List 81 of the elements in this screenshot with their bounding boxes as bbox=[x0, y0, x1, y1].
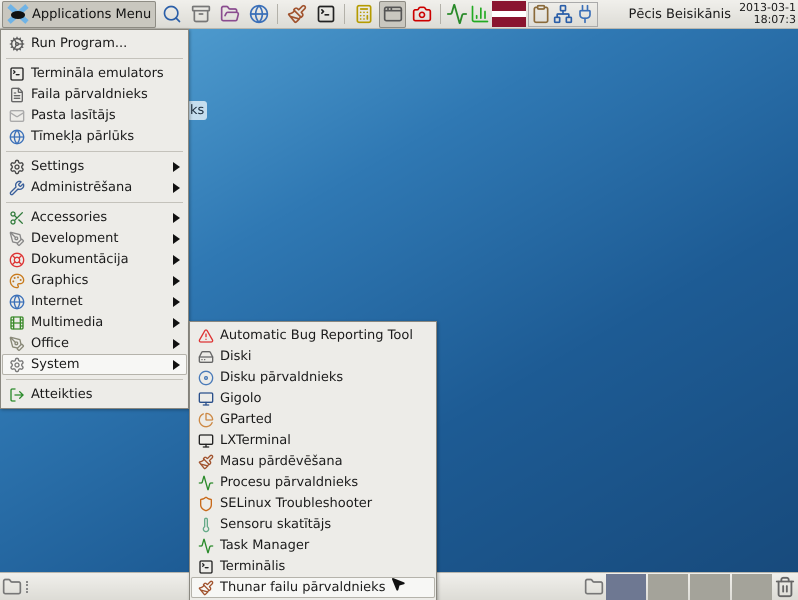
terminal-icon bbox=[198, 558, 214, 574]
menu-item[interactable]: Run Program... bbox=[2, 33, 187, 54]
screenshot-icon bbox=[412, 4, 432, 24]
user-name[interactable]: Pēcis Beisikānis bbox=[622, 6, 738, 22]
mouse-cursor-icon bbox=[390, 576, 406, 592]
pen-icon bbox=[9, 336, 25, 352]
menu-item[interactable]: Graphics bbox=[2, 270, 187, 291]
window-icon bbox=[382, 4, 403, 24]
wrench-icon bbox=[9, 180, 25, 196]
shield-icon bbox=[198, 496, 214, 512]
menu-item[interactable]: System bbox=[2, 354, 187, 375]
monitor-icon bbox=[198, 432, 214, 448]
monitor-icon bbox=[198, 390, 214, 406]
menu-item[interactable]: Accessories bbox=[2, 207, 187, 228]
scissors-icon bbox=[9, 210, 25, 226]
palette-icon bbox=[9, 272, 25, 288]
terminal-icon bbox=[316, 4, 336, 24]
menu-item[interactable]: Development bbox=[2, 228, 187, 249]
menu-item[interactable]: Terminālis bbox=[191, 556, 435, 577]
clock-date: 2013-03-1 bbox=[739, 2, 796, 14]
load-graph-icon bbox=[470, 4, 490, 24]
search-icon bbox=[162, 4, 182, 24]
system-monitor-icon bbox=[446, 3, 468, 25]
applications-menu-button[interactable]: Applications Menu bbox=[2, 0, 156, 28]
folder-icon bbox=[220, 4, 240, 24]
exit-icon bbox=[9, 386, 25, 402]
activity-icon bbox=[198, 538, 214, 554]
settings-icon bbox=[9, 356, 25, 372]
menu-item[interactable]: Gigolo bbox=[191, 388, 435, 409]
menu-item[interactable]: SELinux Troubleshooter bbox=[191, 493, 435, 514]
mail-icon bbox=[9, 108, 25, 124]
trash-icon[interactable] bbox=[774, 576, 796, 598]
network-icon[interactable] bbox=[553, 4, 574, 24]
menu-item[interactable]: Multimedia bbox=[2, 312, 187, 333]
menu-item[interactable]: Pasta lasītājs bbox=[2, 105, 187, 126]
menu-item[interactable]: GParted bbox=[191, 409, 435, 430]
globe-icon bbox=[9, 128, 25, 144]
menu-item[interactable]: Automatic Bug Reporting Tool bbox=[191, 325, 435, 346]
brush-icon bbox=[198, 580, 214, 596]
menu-item[interactable]: Tīmekļa pārlūks bbox=[2, 126, 187, 147]
calculator-icon bbox=[354, 4, 374, 24]
menu-item[interactable]: Dokumentācija bbox=[2, 249, 187, 270]
clipboard-icon[interactable] bbox=[531, 4, 552, 24]
menu-item[interactable]: Procesu pārvaldnieks bbox=[191, 472, 435, 493]
menu-item[interactable]: Settings bbox=[2, 156, 187, 177]
warning-icon bbox=[198, 328, 214, 344]
menu-item[interactable]: Faila pārvaldnieks bbox=[2, 84, 187, 105]
gears-icon bbox=[9, 36, 25, 52]
menu-item[interactable]: Sensoru skatītājs bbox=[191, 514, 435, 535]
folder-icon[interactable] bbox=[2, 576, 22, 596]
menu-item[interactable]: Diski bbox=[191, 346, 435, 367]
globe-icon bbox=[248, 4, 269, 24]
terminal-icon bbox=[9, 66, 25, 82]
launcher-button[interactable] bbox=[379, 0, 406, 28]
menu-item[interactable]: Disku pārvaldnieks bbox=[191, 367, 435, 388]
desktop-icon-label[interactable]: ks bbox=[187, 101, 208, 120]
flag-icon bbox=[492, 1, 526, 27]
pie-chart-icon bbox=[198, 412, 214, 428]
brush-icon bbox=[286, 4, 307, 24]
menu-item[interactable]: LXTerminal bbox=[191, 430, 435, 451]
menu-item[interactable]: Termināla emulators bbox=[2, 63, 187, 84]
activity-icon bbox=[198, 474, 214, 490]
lifebuoy-icon bbox=[9, 252, 25, 268]
menu-item[interactable]: Internet bbox=[2, 291, 187, 312]
pen-icon bbox=[9, 230, 25, 246]
menu-item[interactable]: Task Manager bbox=[191, 535, 435, 556]
menu-item[interactable]: Masu pārdēvēšana bbox=[191, 451, 435, 472]
clock-time: 18:07:3 bbox=[754, 14, 796, 26]
settings-icon bbox=[9, 158, 25, 174]
document-icon bbox=[9, 86, 25, 102]
menu-item[interactable]: Thunar failu pārvaldnieks bbox=[191, 577, 435, 598]
file-cabinet-icon bbox=[190, 4, 211, 24]
drive-icon bbox=[198, 348, 214, 364]
globe-icon bbox=[9, 294, 25, 310]
brush-icon bbox=[198, 454, 214, 470]
disc-icon bbox=[198, 370, 214, 386]
film-icon bbox=[9, 314, 25, 330]
menu-item[interactable]: Atteikties bbox=[2, 384, 187, 405]
menu-item[interactable]: Administrēšana bbox=[2, 177, 187, 198]
folder-icon[interactable] bbox=[584, 576, 604, 596]
menu-item[interactable]: Office bbox=[2, 333, 187, 354]
